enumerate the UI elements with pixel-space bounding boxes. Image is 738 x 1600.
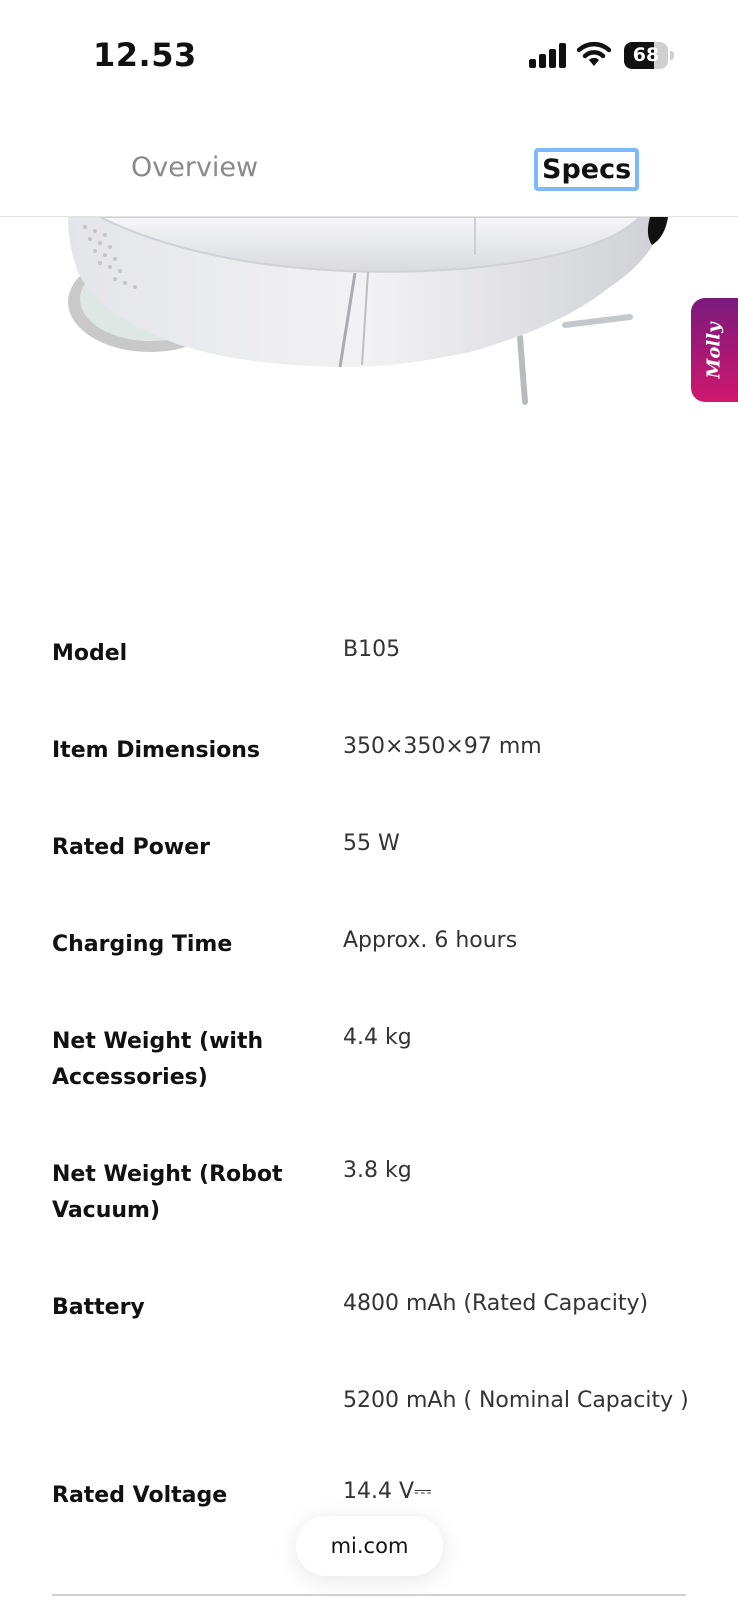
- spec-label-battery: Battery: [52, 1295, 145, 1320]
- spec-value-item-dimensions: 350×350×97 mm: [343, 734, 542, 759]
- product-image: [0, 217, 738, 417]
- spec-value-battery-rated: 4800 mAh (Rated Capacity): [343, 1291, 649, 1316]
- spec-label-rated-power: Rated Power: [52, 835, 210, 860]
- spec-value-model: B105: [343, 637, 401, 662]
- spec-label-net-weight-accessories: Net Weight (with Accessories): [52, 1029, 264, 1090]
- spec-label-charging-time: Charging Time: [52, 932, 233, 957]
- spec-label-rated-voltage: Rated Voltage: [52, 1483, 228, 1508]
- spec-value-battery-nominal: 5200 mAh ( Nominal Capacity ): [343, 1388, 689, 1413]
- tab-bar: Overview Specs: [0, 110, 738, 217]
- battery-icon: 68: [624, 42, 674, 69]
- molly-assistant-button[interactable]: Molly: [691, 298, 738, 402]
- battery-percentage: 68: [632, 44, 660, 66]
- cellular-signal-icon: [529, 42, 567, 68]
- tab-overview[interactable]: Overview: [131, 152, 258, 183]
- spec-value-net-weight-accessories: 4.4 kg: [343, 1025, 412, 1050]
- status-time: 12.53: [93, 36, 197, 74]
- status-bar: 12.53 68: [0, 0, 738, 110]
- spec-value-rated-voltage: 14.4 V⎓: [343, 1479, 432, 1504]
- spec-value-net-weight-robot: 3.8 kg: [343, 1158, 412, 1183]
- molly-label: Molly: [704, 321, 726, 379]
- site-url-pill[interactable]: mi.com: [296, 1516, 443, 1576]
- divider: [52, 1594, 686, 1596]
- spec-value-rated-power: 55 W: [343, 831, 400, 856]
- tab-specs[interactable]: Specs: [534, 148, 640, 191]
- spec-label-item-dimensions: Item Dimensions: [52, 738, 261, 763]
- spec-label-net-weight-robot: Net Weight (Robot Vacuum): [52, 1162, 283, 1223]
- wifi-icon: [577, 41, 611, 66]
- spec-label-model: Model: [52, 641, 128, 666]
- spec-value-charging-time: Approx. 6 hours: [343, 928, 518, 953]
